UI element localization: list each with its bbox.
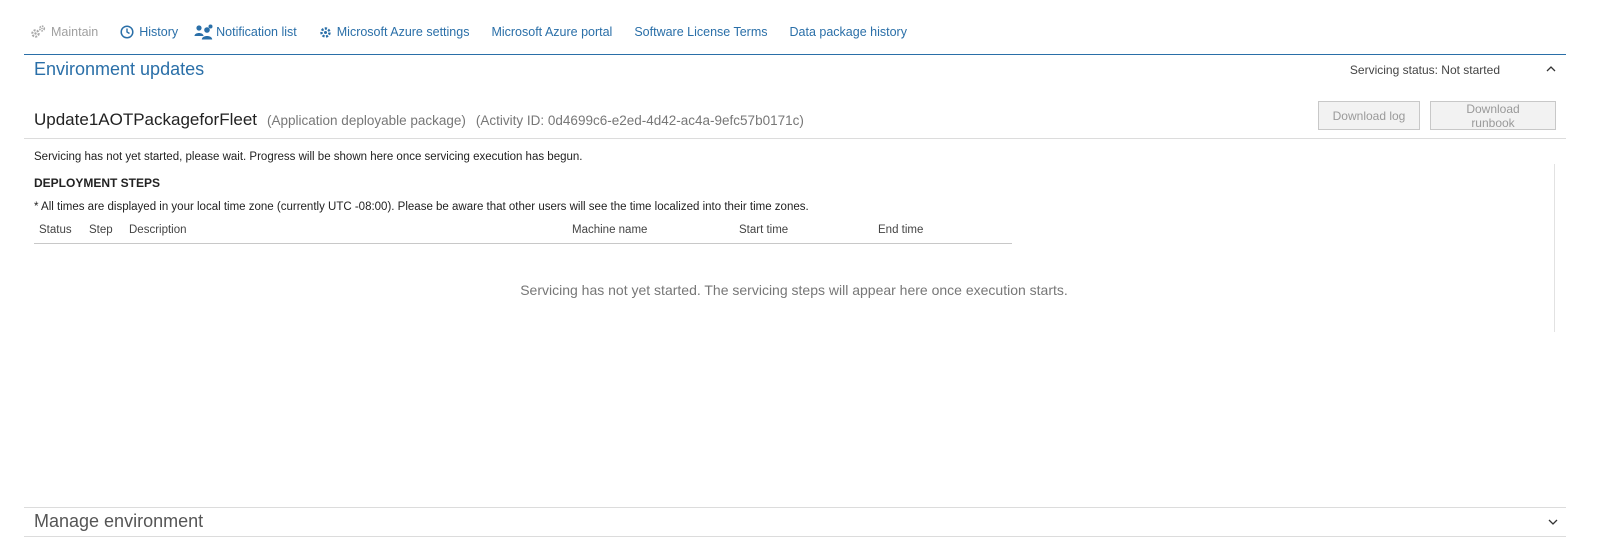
activity-id: (Activity ID: 0d4699c6-e2ed-4d42-ac4a-9e… — [475, 113, 804, 128]
azure-settings-button[interactable]: Microsoft Azure settings — [319, 25, 470, 39]
history-button[interactable]: History — [120, 25, 178, 39]
manage-section-divider — [24, 507, 1566, 508]
azure-portal-label: Microsoft Azure portal — [491, 25, 613, 39]
gear-icon — [319, 26, 332, 39]
header-divider — [24, 138, 1566, 139]
people-icon — [194, 24, 214, 40]
column-header-description[interactable]: Description — [129, 224, 187, 236]
column-header-step[interactable]: Step — [89, 224, 113, 236]
environment-updates-title[interactable]: Environment updates — [34, 59, 204, 80]
steps-table-header: Status Step Description Machine name Sta… — [34, 222, 1012, 244]
deployment-steps-heading: DEPLOYMENT STEPS — [34, 176, 161, 190]
license-terms-link[interactable]: Software License Terms — [634, 25, 767, 39]
maintain-label: Maintain — [51, 25, 99, 39]
gears-icon — [30, 25, 46, 39]
package-type: (Application deployable package) — [267, 113, 466, 128]
collapse-section-button[interactable] — [1544, 62, 1558, 76]
clock-icon — [120, 25, 134, 39]
column-header-machine-name[interactable]: Machine name — [572, 224, 647, 236]
package-name: Update1AOTPackageforFleet — [34, 110, 258, 129]
empty-steps-message: Servicing has not yet started. The servi… — [520, 282, 1068, 298]
notification-list-label: Notification list — [216, 25, 297, 39]
section-divider — [24, 54, 1566, 55]
servicing-message: Servicing has not yet started, please wa… — [34, 151, 583, 163]
azure-settings-label: Microsoft Azure settings — [336, 25, 470, 39]
download-runbook-button[interactable]: Download runbook — [1430, 101, 1556, 130]
maintain-button[interactable]: Maintain — [30, 25, 98, 39]
notification-list-button[interactable]: Notification list — [194, 24, 297, 40]
manage-environment-title[interactable]: Manage environment — [34, 511, 203, 532]
manage-section-bottom-divider — [24, 536, 1566, 537]
data-package-history-label: Data package history — [789, 25, 907, 39]
timezone-note: * All times are displayed in your local … — [34, 201, 809, 213]
scroll-track[interactable] — [1554, 164, 1555, 332]
servicing-status: Servicing status: Not started — [1349, 63, 1500, 77]
history-label: History — [139, 25, 179, 39]
column-header-end-time[interactable]: End time — [878, 224, 923, 236]
top-toolbar: Maintain History Notification list Micro… — [30, 22, 929, 42]
column-header-status[interactable]: Status — [39, 224, 72, 236]
license-terms-label: Software License Terms — [634, 25, 768, 39]
azure-portal-link[interactable]: Microsoft Azure portal — [491, 25, 612, 39]
chevron-down-icon — [1548, 519, 1558, 525]
expand-manage-button[interactable] — [1546, 515, 1560, 529]
download-log-button[interactable]: Download log — [1318, 101, 1420, 130]
data-package-history-link[interactable]: Data package history — [790, 25, 907, 39]
column-header-start-time[interactable]: Start time — [739, 224, 788, 236]
package-header: Update1AOTPackageforFleet (Application d… — [34, 110, 804, 130]
chevron-up-icon — [1546, 66, 1556, 72]
